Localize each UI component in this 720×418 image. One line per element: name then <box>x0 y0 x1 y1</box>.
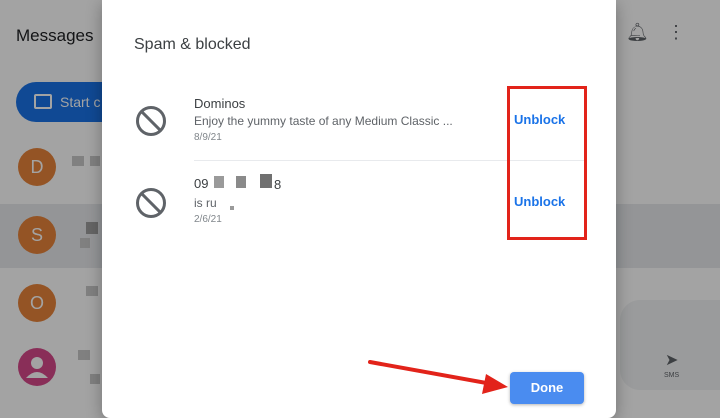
dialog-title: Spam & blocked <box>134 36 251 53</box>
sender-name-tail: 8 <box>274 177 282 192</box>
block-icon <box>136 106 166 136</box>
sender-name: Dominos <box>194 96 246 111</box>
done-button[interactable]: Done <box>510 372 584 404</box>
message-date: 2/6/21 <box>194 214 222 225</box>
block-icon <box>136 188 166 218</box>
message-snippet: Enjoy the yummy taste of any Medium Clas… <box>194 114 453 128</box>
message-date: 8/9/21 <box>194 132 222 143</box>
arrow-annotation <box>368 360 508 394</box>
highlight-box <box>507 86 587 240</box>
sender-name: 09 <box>194 176 209 191</box>
message-snippet: is ru <box>194 196 217 210</box>
